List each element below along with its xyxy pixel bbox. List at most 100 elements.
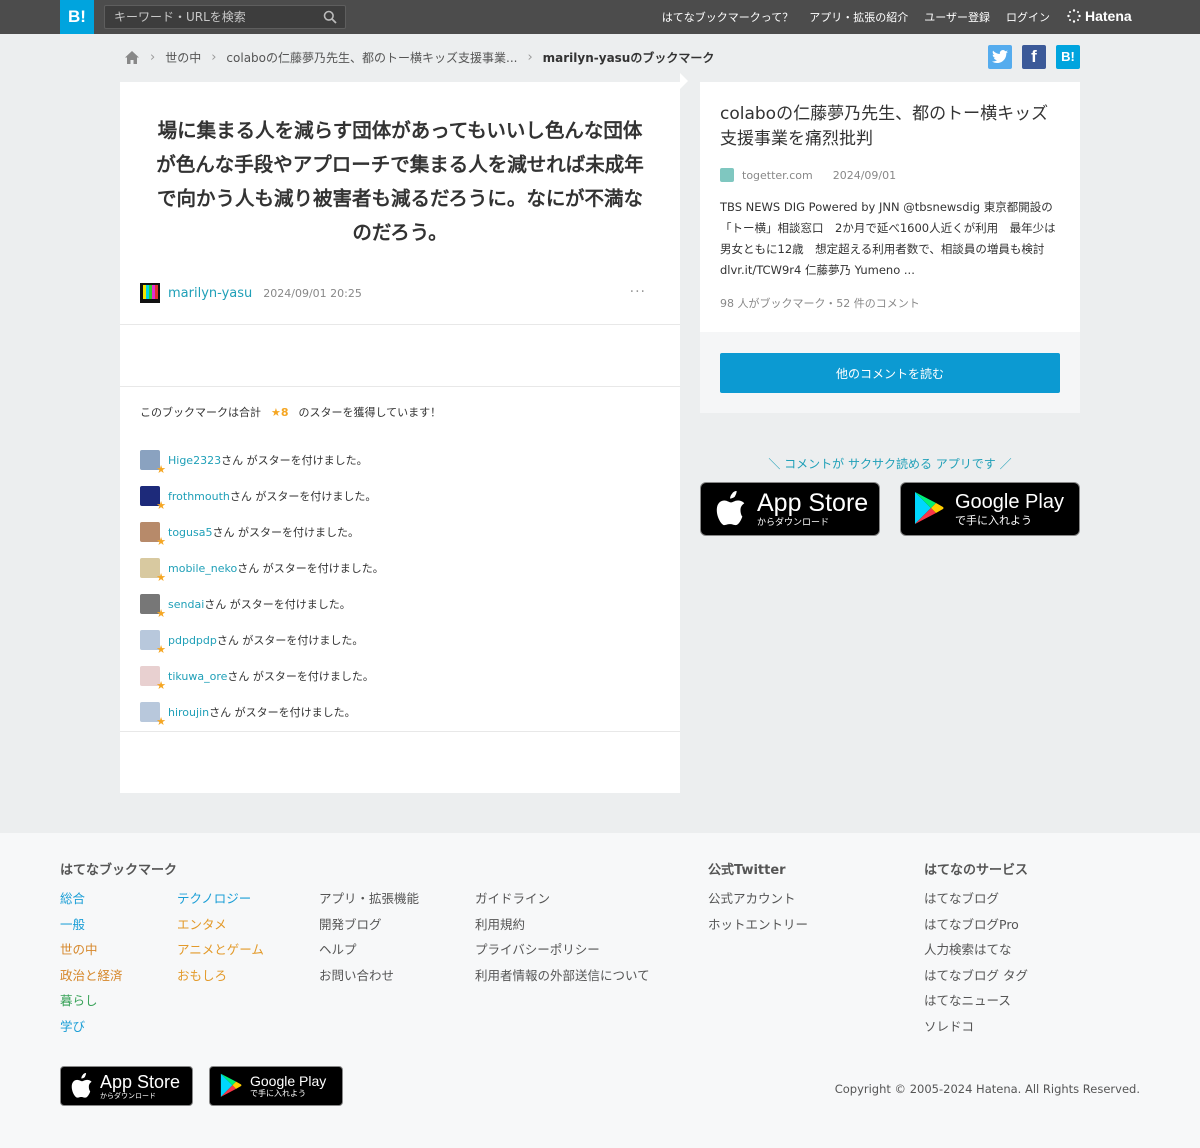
hatena-brand[interactable]: Hatena xyxy=(1067,8,1132,24)
footer-service-link[interactable]: はてなニュース xyxy=(924,988,1028,1014)
footer-category-link[interactable]: おもしろ xyxy=(177,963,264,989)
star-icon: ★ xyxy=(156,643,166,656)
star-user-name[interactable]: hiroujin xyxy=(168,706,209,719)
footer-category-link[interactable]: 総合 xyxy=(60,886,123,912)
entry-site[interactable]: togetter.com xyxy=(742,169,813,182)
star-icon: ★ xyxy=(156,571,166,584)
footer-link[interactable]: お問い合わせ xyxy=(319,963,419,989)
nav-register[interactable]: ユーザー登録 xyxy=(924,9,990,25)
footer-service-link[interactable]: はてなブログ xyxy=(924,886,1028,912)
hatena-b-icon: B! xyxy=(1061,49,1075,64)
footer-categories-b: テクノロジー エンタメ アニメとゲーム おもしろ xyxy=(177,886,264,988)
star-user-name[interactable]: Hige2323 xyxy=(168,454,221,467)
footer-twitter-link[interactable]: ホットエントリー xyxy=(708,912,808,938)
facebook-icon: f xyxy=(1031,47,1037,66)
top-bar: B! はてなブックマークって？ アプリ・拡張の紹介 ユーザー登録 ログイン Ha… xyxy=(0,0,1200,34)
avatar[interactable]: ★ xyxy=(140,666,166,692)
stars-suffix: のスターを獲得しています！ xyxy=(298,406,442,419)
footer-category-link[interactable]: 政治と経済 xyxy=(60,963,123,989)
footer-link[interactable]: プライバシーポリシー xyxy=(475,937,650,963)
footer-app-store-badge[interactable]: App Store からダウンロード xyxy=(60,1066,193,1106)
app-store-label: App Store xyxy=(757,488,869,517)
avatar[interactable]: ★ xyxy=(140,702,166,728)
star-list-item: ★ frothmouth さん がスターを付けました。 xyxy=(140,478,660,514)
read-more-comments-button[interactable]: 他のコメントを読む xyxy=(720,353,1060,393)
footer-service-link[interactable]: はてなブログ タグ xyxy=(924,963,1028,989)
footer-link[interactable]: 利用規約 xyxy=(475,912,650,938)
footer-category-link[interactable]: 学び xyxy=(60,1014,123,1040)
footer-service-link[interactable]: 人力検索はてな xyxy=(924,937,1028,963)
stars-prefix: このブックマークは合計 xyxy=(140,406,261,419)
star-icon: ★ xyxy=(156,535,166,548)
avatar[interactable] xyxy=(140,283,160,303)
avatar[interactable]: ★ xyxy=(140,522,166,548)
divider xyxy=(120,731,680,732)
nav-login[interactable]: ログイン xyxy=(1006,9,1050,25)
google-play-sub: で手に入れよう xyxy=(250,1089,306,1098)
star-user-name[interactable]: pdpdpdp xyxy=(168,634,217,647)
star-user-name[interactable]: frothmouth xyxy=(168,490,230,503)
star-icon: ★ xyxy=(156,607,166,620)
star-icon: ★ xyxy=(156,715,166,728)
footer-category-link[interactable]: テクノロジー xyxy=(177,886,264,912)
breadcrumb-entry[interactable]: colaboの仁藤夢乃先生、都のトー横キッズ支援事業... xyxy=(226,49,517,66)
star-icon: ★ xyxy=(156,499,166,512)
footer-service-link[interactable]: ソレドコ xyxy=(924,1014,1028,1040)
hatena-bookmark-logo[interactable]: B! xyxy=(60,0,94,34)
hatena-share-button[interactable]: B! xyxy=(1056,45,1080,69)
avatar[interactable]: ★ xyxy=(140,594,166,620)
avatar[interactable]: ★ xyxy=(140,558,166,584)
share-buttons: f B! xyxy=(988,45,1080,69)
twitter-share-button[interactable] xyxy=(988,45,1012,69)
more-options-icon[interactable]: ··· xyxy=(630,284,646,300)
star-user-name[interactable]: togusa5 xyxy=(168,526,212,539)
star-user-name[interactable]: tikuwa_ore xyxy=(168,670,227,683)
facebook-share-button[interactable]: f xyxy=(1022,45,1046,69)
footer-link[interactable]: ガイドライン xyxy=(475,886,650,912)
bookmark-user-row: marilyn-yasu 2024/09/01 20:25 ··· xyxy=(140,282,660,304)
nav-apps[interactable]: アプリ・拡張の紹介 xyxy=(809,9,908,25)
footer-twitter-link[interactable]: 公式アカウント xyxy=(708,886,808,912)
footer-google-play-badge[interactable]: Google Play で手に入れよう xyxy=(209,1066,343,1106)
footer-link[interactable]: 利用者情報の外部送信について xyxy=(475,963,650,989)
footer-category-link[interactable]: アニメとゲーム xyxy=(177,937,264,963)
footer-service-link[interactable]: はてなブログPro xyxy=(924,912,1028,938)
avatar[interactable]: ★ xyxy=(140,486,166,512)
search-icon[interactable] xyxy=(323,10,337,24)
breadcrumb-category[interactable]: 世の中 xyxy=(165,49,201,66)
entry-title[interactable]: colaboの仁藤夢乃先生、都のトー横キッズ支援事業を痛烈批判 xyxy=(720,102,1065,152)
footer-category-link[interactable]: エンタメ xyxy=(177,912,264,938)
star-user-name[interactable]: mobile_neko xyxy=(168,562,237,575)
footer-category-link[interactable]: 暮らし xyxy=(60,988,123,1014)
stars-summary: このブックマークは合計 ★8 のスターを獲得しています！ xyxy=(140,404,441,420)
star-list-item: ★ sendai さん がスターを付けました。 xyxy=(140,586,660,622)
home-icon[interactable] xyxy=(124,50,140,65)
avatar[interactable]: ★ xyxy=(140,630,166,656)
star-user-name[interactable]: sendai xyxy=(168,598,204,611)
star-list-item: ★ Hige2323 さん がスターを付けました。 xyxy=(140,442,660,478)
footer-bookmark-title: はてなブックマーク xyxy=(60,863,178,878)
google-play-label: Google Play xyxy=(955,491,1064,513)
star-list: ★ Hige2323 さん がスターを付けました。 ★ frothmouth さん がスタ… xyxy=(140,442,660,730)
footer-category-link[interactable]: 一般 xyxy=(60,912,123,938)
google-play-icon xyxy=(915,492,944,524)
footer-category-link[interactable]: 世の中 xyxy=(60,937,123,963)
bookmark-user-name[interactable]: marilyn-yasu xyxy=(168,286,252,301)
hatena-dots-icon xyxy=(1067,9,1081,23)
avatar[interactable]: ★ xyxy=(140,450,166,476)
twitter-icon xyxy=(992,50,1008,63)
footer-link[interactable]: アプリ・拡張機能 xyxy=(319,886,419,912)
divider xyxy=(120,324,680,325)
chevron-right-icon: › xyxy=(211,49,217,65)
app-store-label: App Store xyxy=(100,1071,181,1092)
google-play-badge[interactable]: Google Play で手に入れよう xyxy=(900,482,1080,536)
app-store-badge[interactable]: App Store からダウンロード xyxy=(700,482,880,536)
footer-link[interactable]: 開発ブログ xyxy=(319,912,419,938)
footer-links-c: アプリ・拡張機能 開発ブログ ヘルプ お問い合わせ xyxy=(319,886,419,988)
breadcrumb-current: marilyn-yasuのブックマーク xyxy=(542,50,715,65)
google-play-sub: で手に入れよう xyxy=(955,514,1032,527)
search-input[interactable] xyxy=(105,6,315,28)
nav-about[interactable]: はてなブックマークって？ xyxy=(662,9,793,25)
star-action-text: さん がスターを付けました。 xyxy=(204,598,351,611)
footer-link[interactable]: ヘルプ xyxy=(319,937,419,963)
